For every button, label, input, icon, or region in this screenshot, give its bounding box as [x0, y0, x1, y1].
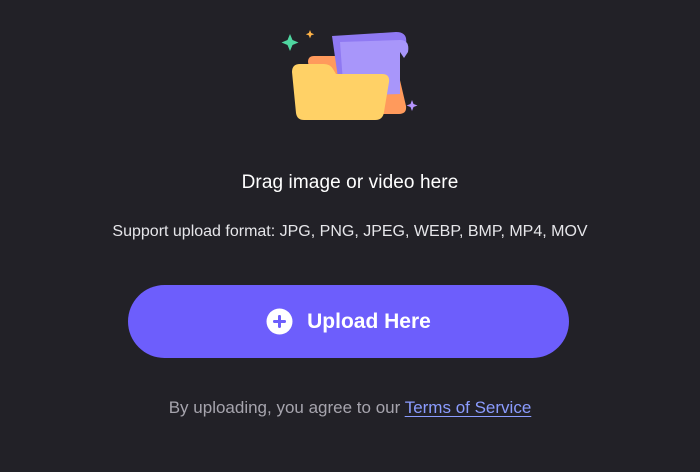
- terms-prefix-text: By uploading, you agree to our: [168, 398, 405, 417]
- sparkle-purple-icon: [406, 100, 418, 111]
- upload-button[interactable]: Upload Here: [128, 285, 569, 358]
- sparkle-green-icon: [281, 34, 299, 51]
- plus-circle-icon: [266, 308, 293, 335]
- sparkle-orange-icon: [305, 30, 315, 39]
- drag-instruction-text: Drag image or video here: [241, 172, 459, 193]
- terms-notice: By uploading, you agree to our Terms of …: [0, 398, 700, 418]
- terms-of-service-link[interactable]: Terms of Service: [405, 398, 532, 417]
- folder-with-documents-icon: [281, 30, 418, 120]
- upload-panel[interactable]: Drag image or video here Support upload …: [0, 0, 700, 472]
- supported-formats-text: Support upload format: JPG, PNG, JPEG, W…: [112, 223, 588, 240]
- upload-button-label: Upload Here: [307, 309, 431, 333]
